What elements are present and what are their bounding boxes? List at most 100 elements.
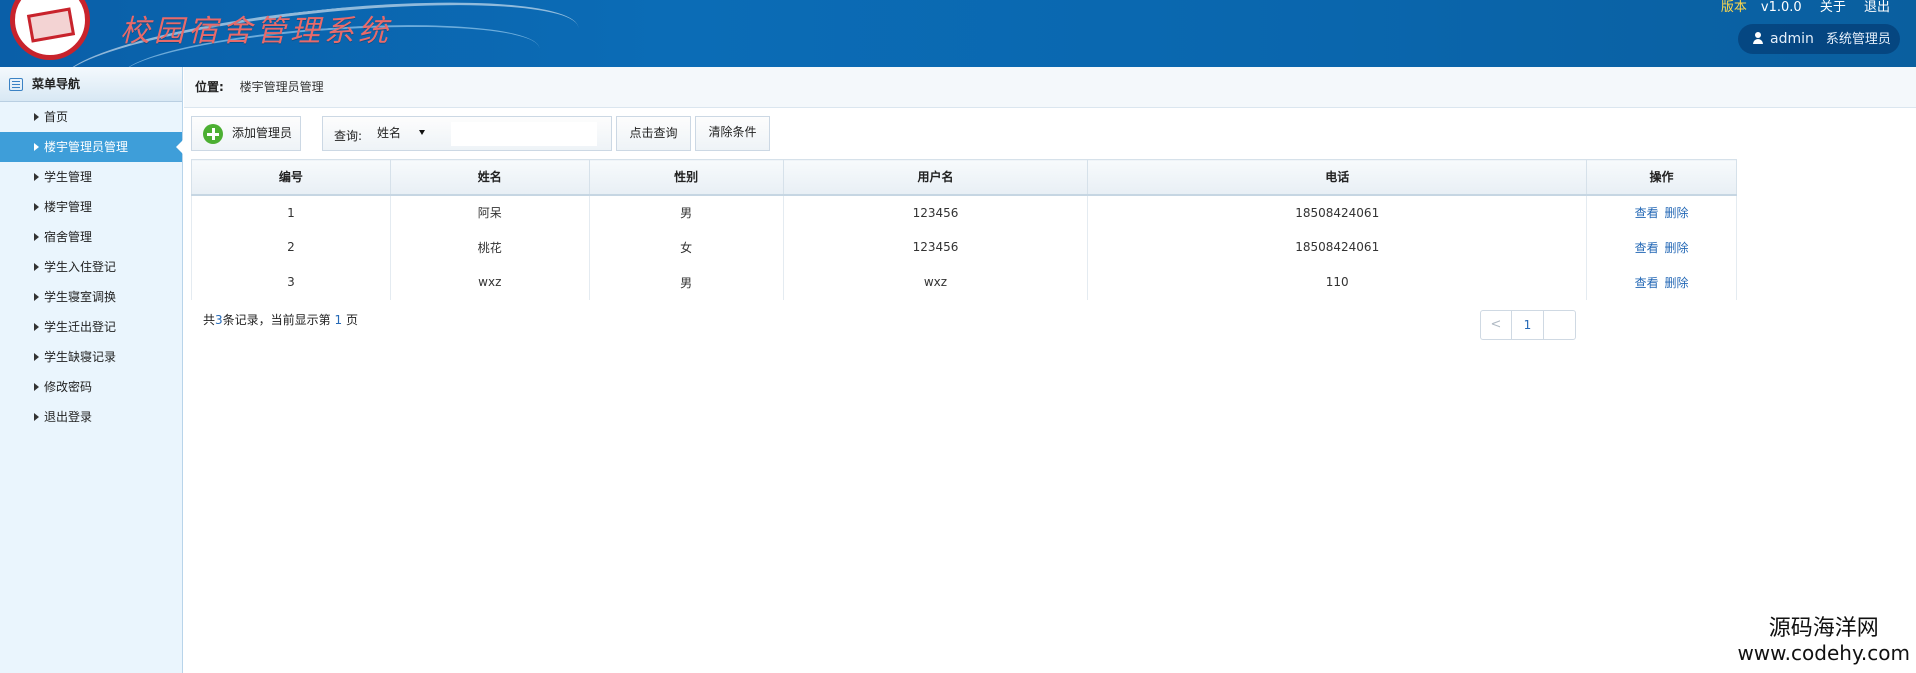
cell-username: 123456 [782,229,1089,265]
user-info: admin 系统管理员 [1738,24,1900,54]
top-links: 版本 v1.0.0 关于 退出 [1707,0,1890,15]
add-admin-button[interactable]: 添加管理员 [191,116,301,151]
watermark: 源码海洋网 www.codehy.com [1737,616,1910,664]
sidebar-item-label: 宿舍管理 [44,230,93,244]
cell-name: 阿呆 [389,194,590,230]
caret-right-icon [34,233,39,241]
cell-gender: 女 [588,229,784,265]
sidebar-item-label: 学生管理 [44,170,93,184]
admin-table: 编号 姓名 性别 用户名 电话 操作 1 阿呆 男 123456 1850842… [191,159,1737,300]
location-label: 位置: [195,80,224,94]
sidebar-item-logout[interactable]: 退出登录 [0,402,182,432]
cell-id: 2 [191,229,391,265]
summary-total: 3 [215,313,223,327]
column-header-phone: 电话 [1087,159,1588,196]
sidebar-item-students[interactable]: 学生管理 [0,162,182,192]
pagination: <1 [1480,310,1576,340]
table-row: 3 wxz 男 wxz 110 查看 删除 [191,264,1737,300]
delete-link[interactable]: 删除 [1664,206,1688,220]
prev-page-button[interactable]: < [1480,310,1512,340]
user-icon [1752,32,1764,44]
cell-phone: 110 [1087,264,1588,300]
watermark-title: 源码海洋网 [1768,616,1879,641]
cell-gender: 男 [588,264,784,300]
sidebar-item-label: 退出登录 [44,410,93,424]
summary-mid: 条记录，当前显示第 [222,313,331,327]
caret-right-icon [34,143,39,151]
record-summary: 共3条记录，当前显示第 1 页 [203,311,358,328]
sidebar-item-label: 学生迁出登记 [44,320,117,334]
clear-conditions-button[interactable]: 清除条件 [695,116,770,151]
sidebar-title: 菜单导航 [32,77,81,91]
cell-actions: 查看 删除 [1586,264,1737,300]
column-header-name: 姓名 [389,159,590,196]
search-field-value: 姓名 [377,126,402,140]
sidebar-item-label: 学生入住登记 [44,260,117,274]
cell-username: wxz [782,264,1089,300]
table-row: 1 阿呆 男 123456 18508424061 查看 删除 [191,194,1737,230]
search-input[interactable] [451,122,597,146]
breadcrumb: 位置: 楼宇管理员管理 [184,67,1916,108]
menu-list-icon [9,78,23,91]
table-row: 2 桃花 女 123456 18508424061 查看 删除 [191,229,1737,265]
sidebar: 菜单导航 首页 楼宇管理员管理 学生管理 楼宇管理 宿舍管理 学生入住登记 学生… [0,67,183,673]
caret-right-icon [34,203,39,211]
version-label: 版本 [1720,0,1747,15]
delete-link[interactable]: 删除 [1664,276,1688,290]
sidebar-item-buildings[interactable]: 楼宇管理 [0,192,182,222]
app-header: 校园宿舍管理系统 版本 v1.0.0 关于 退出 admin 系统管理员 [0,0,1916,67]
sidebar-item-label: 学生缺寝记录 [44,350,117,364]
cell-phone: 18508424061 [1087,194,1588,230]
view-link[interactable]: 查看 [1635,241,1659,255]
search-field-select[interactable]: 姓名 [373,124,429,142]
sidebar-item-room-swap[interactable]: 学生寝室调换 [0,282,182,312]
page-1-button[interactable]: 1 [1511,310,1544,340]
sidebar-item-label: 楼宇管理员管理 [44,140,129,154]
sidebar-item-change-password[interactable]: 修改密码 [0,372,182,402]
cell-name: wxz [389,264,590,300]
search-panel: 查询: 姓名 [322,116,612,151]
sidebar-item-absence[interactable]: 学生缺寝记录 [0,342,182,372]
school-logo-icon [10,0,90,60]
cell-id: 1 [191,194,391,230]
next-page-button[interactable] [1543,310,1576,340]
summary-suffix: 页 [345,313,358,327]
delete-link[interactable]: 删除 [1664,241,1688,255]
cell-username: 123456 [782,194,1089,230]
sidebar-item-dorms[interactable]: 宿舍管理 [0,222,182,252]
caret-right-icon [34,353,39,361]
summary-page: 1 [334,313,343,327]
username: admin [1770,31,1814,47]
summary-prefix: 共 [203,313,216,327]
column-header-id: 编号 [191,159,391,196]
cell-actions: 查看 删除 [1586,229,1737,265]
sidebar-item-home[interactable]: 首页 [0,102,182,132]
location-value: 楼宇管理员管理 [239,80,324,94]
view-link[interactable]: 查看 [1635,206,1659,220]
sidebar-item-checkout[interactable]: 学生迁出登记 [0,312,182,342]
watermark-url: www.codehy.com [1737,641,1910,665]
caret-right-icon [34,293,39,301]
cell-gender: 男 [588,194,784,230]
column-header-gender: 性别 [588,159,784,196]
cell-actions: 查看 删除 [1586,194,1737,230]
cell-id: 3 [191,264,391,300]
user-role: 系统管理员 [1825,32,1891,47]
column-header-username: 用户名 [782,159,1089,196]
column-header-actions: 操作 [1586,159,1737,196]
table-header-row: 编号 姓名 性别 用户名 电话 操作 [191,159,1737,196]
sidebar-item-checkin[interactable]: 学生入住登记 [0,252,182,282]
sidebar-item-label: 楼宇管理 [44,200,93,214]
about-link[interactable]: 关于 [1820,0,1846,15]
sidebar-menu: 首页 楼宇管理员管理 学生管理 楼宇管理 宿舍管理 学生入住登记 学生寝室调换 … [0,102,183,432]
caret-right-icon [34,113,39,121]
query-button[interactable]: 点击查询 [616,116,691,151]
sidebar-item-building-admins[interactable]: 楼宇管理员管理 [0,132,183,162]
caret-right-icon [34,383,39,391]
caret-right-icon [34,413,39,421]
logout-link[interactable]: 退出 [1864,0,1890,15]
sidebar-item-label: 修改密码 [44,380,93,394]
chevron-down-icon [419,130,425,135]
view-link[interactable]: 查看 [1635,276,1659,290]
caret-right-icon [34,263,39,271]
